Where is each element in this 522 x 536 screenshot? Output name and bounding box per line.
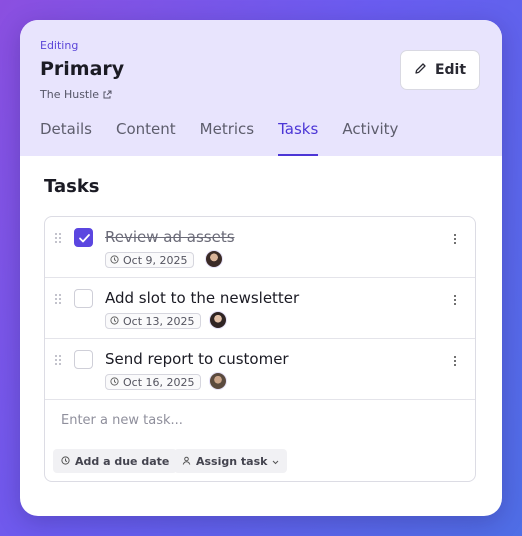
user-icon bbox=[182, 455, 191, 468]
assign-task-button[interactable]: Assign task bbox=[174, 449, 288, 473]
task-title[interactable]: Review ad assets bbox=[105, 228, 235, 246]
drag-handle-icon[interactable] bbox=[55, 355, 63, 365]
due-date-chip[interactable]: Oct 13, 2025 bbox=[105, 313, 201, 329]
more-options-icon[interactable] bbox=[454, 234, 457, 244]
drag-handle-icon[interactable] bbox=[55, 233, 63, 243]
edit-button[interactable]: Edit bbox=[400, 50, 480, 90]
assignee-avatar[interactable] bbox=[209, 311, 227, 329]
tab-metrics[interactable]: Metrics bbox=[200, 120, 254, 156]
page-title: Primary bbox=[40, 58, 125, 80]
card-header: Editing Primary The Hustle Edit Details … bbox=[20, 20, 502, 156]
external-link-icon bbox=[102, 90, 112, 100]
drag-handle-icon[interactable] bbox=[55, 294, 63, 304]
source-link[interactable]: The Hustle bbox=[40, 88, 112, 101]
source-label: The Hustle bbox=[40, 88, 100, 101]
task-title[interactable]: Send report to customer bbox=[105, 350, 289, 368]
chevron-down-icon bbox=[272, 455, 279, 468]
checkmark-icon bbox=[79, 234, 90, 243]
clock-icon bbox=[110, 315, 119, 328]
task-card: Editing Primary The Hustle Edit Details … bbox=[20, 20, 502, 516]
add-due-date-label: Add a due date bbox=[75, 454, 170, 468]
due-date-chip[interactable]: Oct 9, 2025 bbox=[105, 252, 194, 268]
task-title[interactable]: Add slot to the newsletter bbox=[105, 289, 299, 307]
tab-bar: Details Content Metrics Tasks Activity bbox=[40, 120, 422, 156]
assignee-avatar[interactable] bbox=[205, 250, 223, 268]
assignee-avatar[interactable] bbox=[209, 372, 227, 390]
more-options-icon[interactable] bbox=[454, 295, 457, 305]
task-checkbox[interactable] bbox=[74, 228, 93, 247]
add-due-date-button[interactable]: Add a due date bbox=[53, 449, 178, 473]
new-task-input[interactable]: Enter a new task... bbox=[61, 413, 183, 428]
tab-tasks[interactable]: Tasks bbox=[278, 120, 319, 156]
due-date-chip[interactable]: Oct 16, 2025 bbox=[105, 374, 201, 390]
section-title: Tasks bbox=[44, 176, 100, 197]
pencil-icon bbox=[414, 62, 427, 79]
edit-label: Edit bbox=[434, 62, 467, 78]
due-date: Oct 13, 2025 bbox=[123, 314, 195, 328]
clock-icon bbox=[110, 254, 119, 267]
task-checkbox[interactable] bbox=[74, 350, 93, 369]
clock-icon bbox=[61, 455, 70, 468]
task-list: Review ad assets Oct 9, 2025 Add slot to… bbox=[44, 216, 476, 482]
more-options-icon[interactable] bbox=[454, 356, 457, 366]
due-date: Oct 9, 2025 bbox=[123, 253, 188, 267]
task-row: Review ad assets Oct 9, 2025 bbox=[45, 217, 475, 278]
task-checkbox[interactable] bbox=[74, 289, 93, 308]
clock-icon bbox=[110, 376, 119, 389]
due-date: Oct 16, 2025 bbox=[123, 375, 195, 389]
tab-details[interactable]: Details bbox=[40, 120, 92, 156]
tab-activity[interactable]: Activity bbox=[342, 120, 398, 156]
task-row: Add slot to the newsletter Oct 13, 2025 bbox=[45, 278, 475, 339]
tab-content[interactable]: Content bbox=[116, 120, 176, 156]
editing-label: Editing bbox=[40, 39, 79, 52]
task-row: Send report to customer Oct 16, 2025 bbox=[45, 339, 475, 400]
assign-task-label: Assign task bbox=[196, 454, 268, 468]
